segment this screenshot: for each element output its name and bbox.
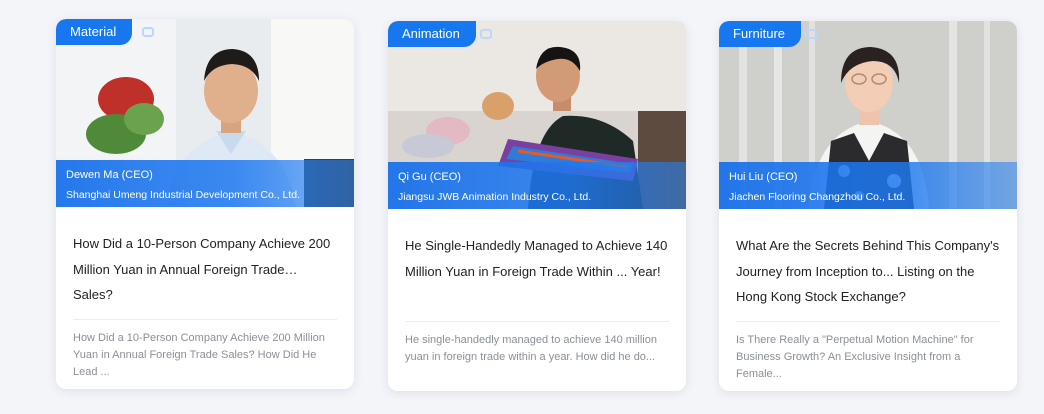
card-body: He Single-Handedly Managed to Achieve 14… (388, 209, 686, 366)
watermark-logo-icon (142, 27, 154, 37)
card-title[interactable]: How Did a 10-Person Company Achieve 200 … (73, 231, 337, 308)
caption-band: Qi Gu (CEO) Jiangsu JWB Animation Indust… (388, 162, 686, 209)
card-photo: Animation Qi Gu (CEO) Jiangsu JWB Animat… (388, 21, 686, 209)
card-body: What Are the Secrets Behind This Company… (719, 209, 1017, 383)
category-tag: Material (56, 19, 133, 45)
caption-band: Hui Liu (CEO) Jiachen Flooring Changzhou… (719, 162, 1017, 209)
watermark-logo-icon (480, 29, 492, 39)
watermark-logo-icon (805, 29, 817, 39)
divider (736, 321, 1000, 322)
card-description: How Did a 10-Person Company Achieve 200 … (73, 332, 325, 378)
card-title[interactable]: He Single-Handedly Managed to Achieve 14… (405, 233, 669, 310)
card-photo: Material Dewen Ma (CEO) Shanghai Umeng I… (56, 19, 354, 207)
card-description: Is There Really a "Perpetual Motion Mach… (736, 334, 974, 380)
company-name: Shanghai Umeng Industrial Development Co… (66, 189, 301, 201)
category-tag: Furniture (719, 21, 802, 47)
category-tag: Animation (388, 21, 476, 47)
card-title[interactable]: What Are the Secrets Behind This Company… (736, 233, 1000, 310)
case-card-material[interactable]: Material Dewen Ma (CEO) Shanghai Umeng I… (56, 19, 354, 389)
divider (73, 319, 337, 320)
divider (405, 321, 669, 322)
case-card-furniture[interactable]: Furniture Hui Liu (CEO) Jiachen Flooring… (719, 21, 1017, 391)
company-name: Jiangsu JWB Animation Industry Co., Ltd. (398, 191, 592, 203)
person-name: Qi Gu (CEO) (398, 171, 461, 183)
caption-band: Dewen Ma (CEO) Shanghai Umeng Industrial… (56, 160, 354, 207)
company-name: Jiachen Flooring Changzhou Co., Ltd. (729, 191, 906, 203)
person-name: Hui Liu (CEO) (729, 171, 798, 183)
card-body: How Did a 10-Person Company Achieve 200 … (56, 207, 354, 381)
card-description: He single-handedly managed to achieve 14… (405, 334, 657, 363)
person-name: Dewen Ma (CEO) (66, 169, 153, 181)
card-photo: Furniture Hui Liu (CEO) Jiachen Flooring… (719, 21, 1017, 209)
case-card-animation[interactable]: Animation Qi Gu (CEO) Jiangsu JWB Animat… (388, 21, 686, 391)
